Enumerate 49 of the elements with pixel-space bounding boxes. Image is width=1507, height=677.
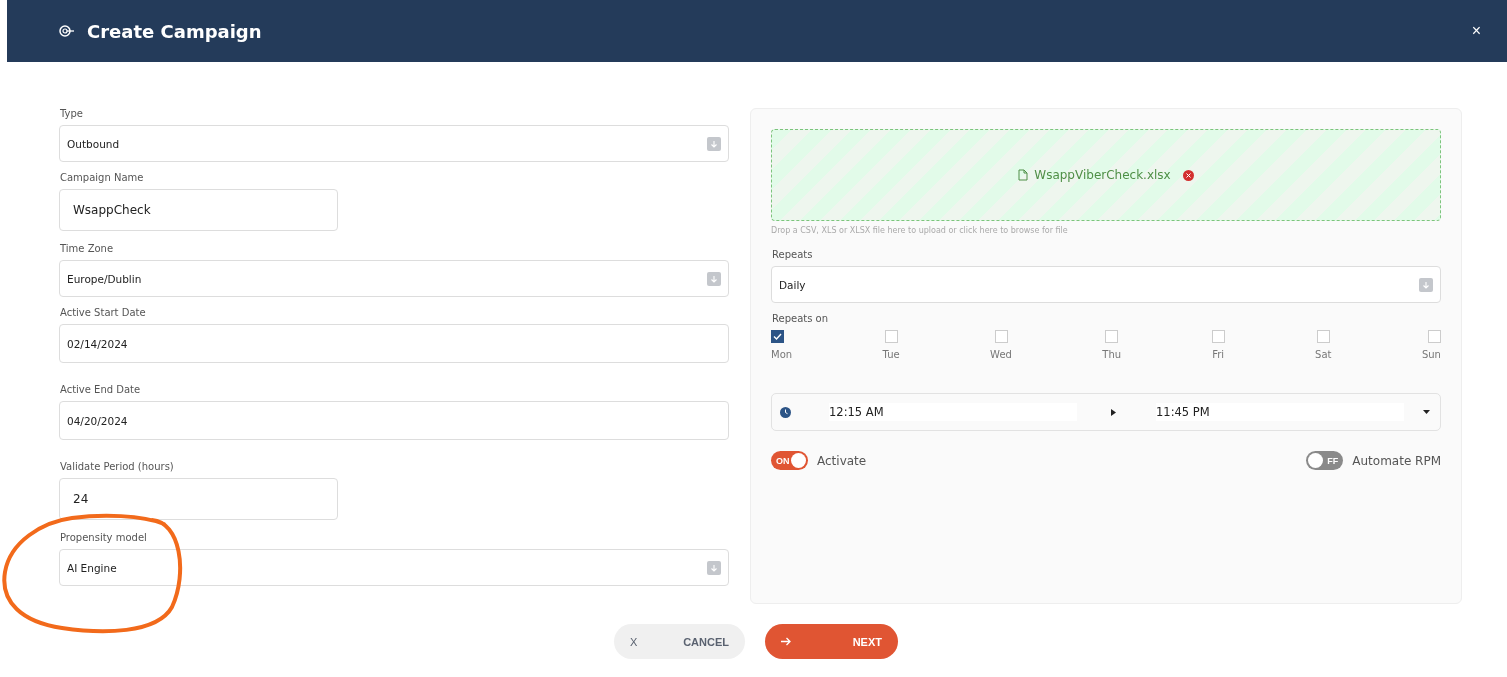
date-field[interactable]: 02/14/2024	[59, 324, 729, 363]
remove-file-icon[interactable]	[1182, 169, 1194, 181]
time-range-field[interactable]: 12:15 AM 11:45 PM	[771, 393, 1441, 431]
toggle-label: Automate RPM	[1352, 453, 1441, 468]
caret-down-icon	[1423, 410, 1430, 414]
arrow-right-icon	[781, 637, 791, 646]
clock-icon	[780, 406, 791, 418]
dialog-title: Create Campaign	[87, 20, 263, 42]
day-label: Sun	[1421, 349, 1441, 360]
upload-hint: Drop a CSV, XLS or XLSX file here to upload or click here to browse for file	[771, 226, 1069, 235]
next-button[interactable]: NEXT	[765, 624, 898, 659]
day-label: Sat	[1315, 349, 1332, 360]
field-label: Repeats	[772, 249, 814, 261]
field-label: Validate Period (hours)	[60, 461, 175, 473]
day-label: Tue	[882, 349, 900, 360]
day-label: Mon	[771, 349, 793, 360]
file-name: WsappViberCheck.xlsx	[1034, 168, 1171, 182]
cancel-button[interactable]: X CANCEL	[614, 624, 745, 659]
end-time: 11:45 PM	[1156, 403, 1404, 421]
dropdown-arrow-icon	[1419, 277, 1433, 292]
field-label: Time Zone	[60, 243, 115, 255]
target-icon	[59, 25, 75, 37]
file-icon	[1018, 169, 1029, 181]
date-field[interactable]: 04/20/2024	[59, 401, 729, 440]
dropdown-arrow-icon	[707, 560, 721, 575]
dropdown-arrow-icon	[707, 136, 721, 151]
select-field[interactable]: AI Engine	[59, 549, 729, 586]
field-label: Repeats on	[772, 313, 830, 325]
day-checkbox[interactable]	[771, 330, 784, 343]
field-label: Active End Date	[60, 384, 142, 396]
day-label: Wed	[990, 349, 1012, 360]
select-field[interactable]: Europe/Dublin	[59, 260, 729, 297]
field-label: Propensity model	[60, 532, 148, 544]
day-label: Fri	[1212, 349, 1225, 360]
close-button[interactable]: ×	[1467, 20, 1485, 42]
field-label: Type	[60, 108, 84, 120]
day-label: Thu	[1102, 349, 1122, 360]
start-time: 12:15 AM	[829, 403, 1077, 421]
input-field[interactable]: WsappCheck	[59, 189, 338, 231]
select-field[interactable]: Outbound	[59, 125, 729, 162]
field-label: Active Start Date	[60, 307, 147, 319]
caret-right-icon	[1111, 408, 1116, 416]
input-field[interactable]: 24	[59, 478, 338, 520]
select-field[interactable]: Daily	[771, 266, 1441, 303]
toggle-switch[interactable]: ON	[771, 451, 808, 470]
dropdown-arrow-icon	[707, 271, 721, 286]
toggle-label: Activate	[817, 453, 867, 468]
field-label: Campaign Name	[60, 172, 145, 184]
file-drop-zone[interactable]: WsappViberCheck.xlsx	[771, 129, 1441, 221]
